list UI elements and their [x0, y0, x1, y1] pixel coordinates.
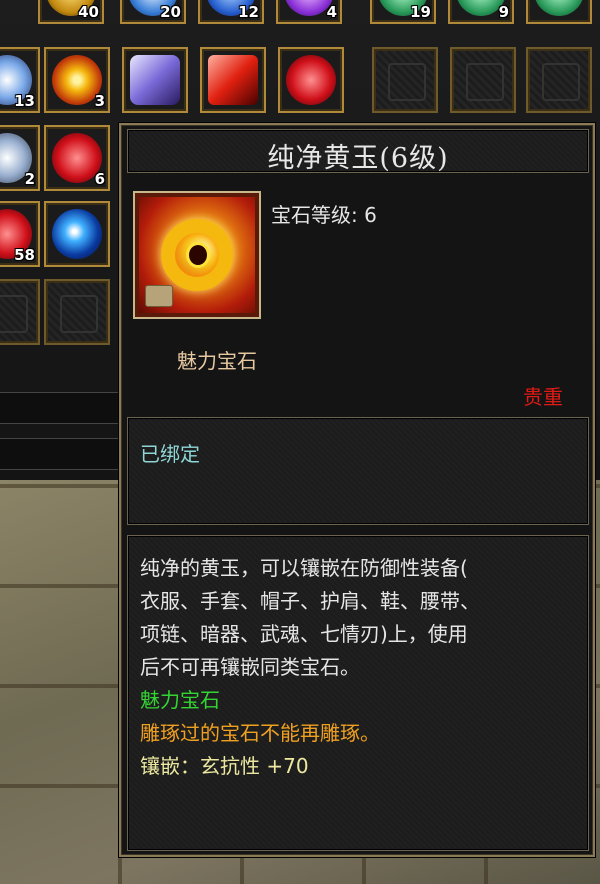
description-box: 纯净的黄玉，可以镶嵌在防御性装备( 衣服、手套、帽子、护肩、鞋、腰带、 项链、暗… [127, 535, 589, 851]
jade-gem-icon [534, 0, 584, 16]
inventory-slot[interactable]: 6 [44, 125, 110, 191]
rarity-label: 贵重 [523, 385, 563, 409]
description-line: 项链、暗器、武魂、七情刃)上，使用 [140, 622, 468, 646]
panel-divider [0, 438, 130, 470]
inventory-slot[interactable]: 12 [198, 0, 264, 24]
yellow-jade-icon [139, 197, 255, 313]
inventory-slot[interactable] [44, 201, 110, 267]
inventory-slot[interactable] [122, 47, 188, 113]
item-count: 58 [14, 246, 35, 264]
empty-slot[interactable] [450, 47, 516, 113]
item-count: 12 [238, 3, 259, 21]
item-icon-frame [133, 191, 261, 319]
inventory-slot[interactable]: 19 [370, 0, 436, 24]
empty-slot[interactable] [44, 279, 110, 345]
diamond-gem-icon [130, 55, 180, 105]
inventory-slot[interactable] [278, 47, 344, 113]
gem-type-line: 魅力宝石 [140, 688, 220, 712]
item-header: 宝石等级: 6 [127, 177, 589, 337]
inventory-slot[interactable] [526, 0, 592, 24]
empty-slot[interactable] [526, 47, 592, 113]
empty-slot[interactable] [0, 279, 40, 345]
inventory-slot[interactable]: 3 [44, 47, 110, 113]
inventory-slot[interactable]: 40 [38, 0, 104, 24]
jade-hole [186, 242, 210, 268]
item-count: 20 [160, 3, 181, 21]
empty-slot[interactable] [372, 47, 438, 113]
inventory-slot[interactable]: 4 [276, 0, 342, 24]
item-count: 6 [94, 170, 105, 188]
ruby-gem-icon [286, 55, 336, 105]
item-count: 3 [94, 92, 105, 110]
inventory-slot[interactable] [200, 47, 266, 113]
item-count: 13 [14, 92, 35, 110]
lock-icon [145, 285, 173, 307]
item-title: 纯净黄玉(6级) [267, 143, 449, 174]
item-count: 40 [78, 3, 99, 21]
bound-status: 已绑定 [140, 442, 200, 466]
inventory-slot[interactable]: 9 [448, 0, 514, 24]
inlay-bonus: 镶嵌：玄抗性 +70 [140, 754, 309, 778]
item-count: 9 [498, 3, 509, 21]
binding-box: 已绑定 [127, 417, 589, 525]
gem-type: 魅力宝石 [177, 349, 257, 373]
item-count: 19 [410, 3, 431, 21]
description-line: 衣服、手套、帽子、护肩、鞋、腰带、 [140, 589, 480, 613]
panel-divider [0, 392, 130, 424]
title-bar: 纯净黄玉(6级) [127, 129, 589, 174]
item-count: 2 [24, 170, 35, 188]
ruby-gem-icon [208, 55, 258, 105]
inventory-slot[interactable]: 13 [0, 47, 40, 113]
sapphire-orb-icon [52, 209, 102, 259]
description-line: 纯净的黄玉，可以镶嵌在防御性装备( [140, 556, 468, 580]
item-count: 4 [326, 3, 337, 21]
inventory-slot[interactable]: 2 [0, 125, 40, 191]
inventory-slot[interactable]: 20 [120, 0, 186, 24]
inventory-slot[interactable]: 58 [0, 201, 40, 267]
item-tooltip: 纯净黄玉(6级) 宝石等级: 6 魅力宝石 贵重 已绑定 纯净的黄玉，可以镶嵌在… [119, 123, 595, 857]
carve-note: 雕琢过的宝石不能再雕琢。 [140, 721, 380, 745]
gem-level: 宝石等级: 6 [271, 203, 377, 227]
description-line: 后不可再镶嵌同类宝石。 [140, 655, 360, 679]
